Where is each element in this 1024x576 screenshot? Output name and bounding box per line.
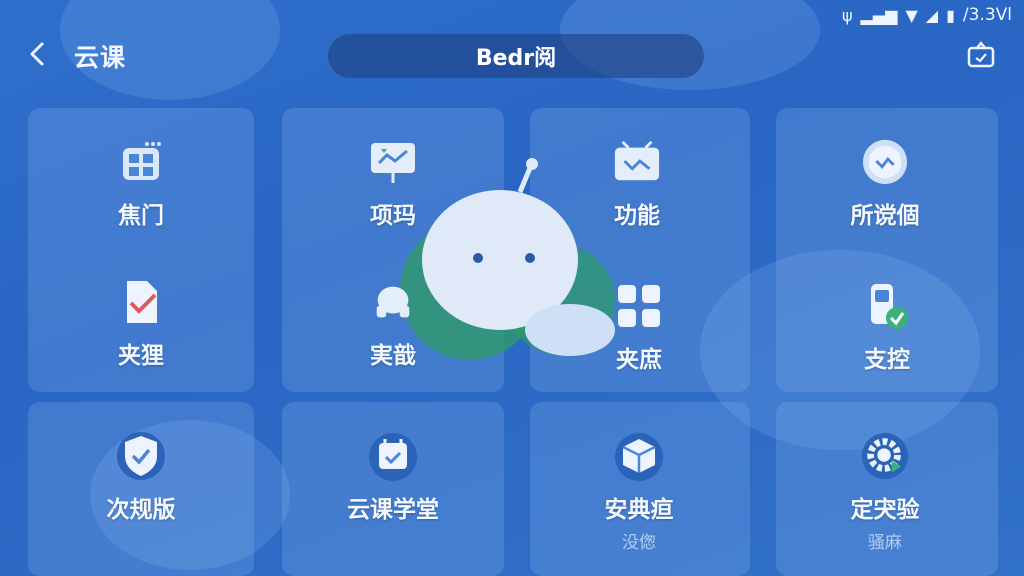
grid-item[interactable]: 功能: [562, 138, 712, 258]
grid-item-label: 云课学堂: [347, 497, 439, 523]
shield-check-icon: [117, 432, 165, 480]
grid-item-label: 実戠: [370, 343, 416, 369]
presentation-board-icon: [369, 138, 417, 186]
grid-item[interactable]: 所谠個: [810, 138, 960, 258]
signal-icon: ▂▄▆: [860, 5, 898, 25]
grid-item-label: 安典疸: [604, 497, 674, 523]
grid-item[interactable]: 云课学堂: [318, 432, 468, 552]
tv-screen-icon: [613, 138, 661, 186]
grid-item-label: 定宊验: [850, 497, 920, 523]
grid-item-label: 夹庶: [616, 347, 662, 373]
battery-icon: ▮: [946, 5, 955, 25]
share-icon[interactable]: [966, 40, 996, 70]
grid-item[interactable]: 焦门: [66, 138, 216, 258]
document-check-icon: [117, 278, 165, 326]
apps-grid-icon: [615, 282, 663, 330]
grid-item-label: 夹狸: [118, 343, 164, 369]
grid-item-sublabel: 没偬: [622, 533, 656, 553]
cell-signal-icon: ◢: [925, 5, 939, 25]
cube-box-icon: [615, 432, 663, 481]
gear-play-icon: [861, 432, 909, 480]
grid-item[interactable]: 定宊验 骚麻: [810, 432, 960, 553]
wifi-icon: ▼: [905, 5, 918, 25]
grid-item-label: 焦门: [118, 203, 164, 229]
header: 云课 Bedr阅: [0, 30, 1024, 82]
grid-item-label: 所谠個: [850, 203, 920, 229]
page-title: Bedr阅: [475, 46, 557, 71]
robot-cloud-icon: [369, 278, 417, 326]
grid-item-label: 功能: [614, 203, 660, 229]
grid-item[interactable]: 项玛: [318, 138, 468, 258]
grid-item[interactable]: 夹狸: [66, 278, 216, 398]
grid-item[interactable]: 実戠: [318, 278, 468, 398]
battery-text: /3.3Vl: [962, 5, 1012, 25]
title-pill[interactable]: Bedr阅: [328, 34, 704, 78]
grid-item[interactable]: 次规版: [66, 432, 216, 552]
grid-item[interactable]: 安典疸 没偬: [564, 432, 714, 553]
grid-item-label: 次规版: [106, 497, 176, 523]
calendar-check-icon: [369, 432, 417, 481]
app-title: 云课: [74, 43, 127, 72]
grid-item-label: 支控: [864, 347, 910, 373]
grid-calendar-icon: [117, 138, 165, 186]
usb-icon: ψ: [841, 5, 853, 25]
grid-item[interactable]: 支控: [812, 282, 962, 402]
grid-item-label: 项玛: [370, 203, 416, 229]
device-check-icon: [863, 282, 911, 330]
back-arrow-icon[interactable]: [24, 38, 52, 70]
status-bar: ψ ▂▄▆ ▼ ◢ ▮ /3.3Vl: [842, 0, 1024, 30]
grid-item-sublabel: 骚麻: [868, 533, 902, 553]
wave-circle-icon: [861, 138, 909, 186]
grid-item[interactable]: 夹庶: [564, 282, 714, 402]
